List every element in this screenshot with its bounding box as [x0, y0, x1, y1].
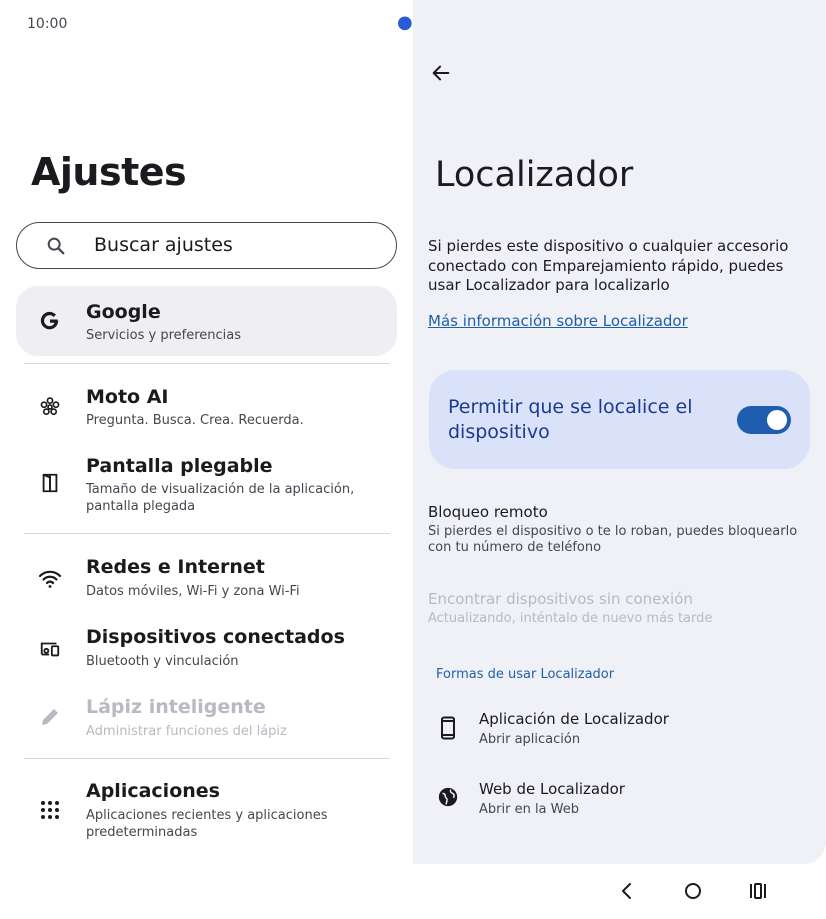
finder-pane: Localizador Si pierdes este dispositivo … [413, 0, 826, 864]
finder-web-action[interactable]: Web de Localizador Abrir en la Web [429, 772, 810, 832]
item-subtitle: Pregunta. Busca. Crea. Recuerda. [86, 413, 304, 428]
remote-lock-subtitle: Si pierdes el dispositivo o te lo roban,… [428, 524, 798, 555]
finder-description: Si pierdes este dispositivo o cualquier … [428, 237, 789, 294]
learn-more-link[interactable]: Más información sobre Localizador [428, 312, 688, 330]
item-subtitle: Aplicaciones recientes y aplicaciones pr… [86, 808, 328, 840]
back-arrow-icon[interactable] [430, 62, 452, 88]
settings-item-google[interactable]: Google Servicios y preferencias [16, 286, 397, 356]
google-g-icon [38, 309, 62, 333]
nav-recents-icon[interactable] [749, 881, 767, 905]
action-title: Web de Localizador [479, 780, 625, 798]
wifi-icon [38, 567, 62, 591]
item-subtitle: Tamaño de visualización de la aplicación… [86, 482, 355, 514]
divider [24, 533, 390, 534]
divider [24, 363, 390, 364]
settings-item-apps[interactable]: Aplicaciones Aplicaciones recientes y ap… [16, 774, 397, 846]
settings-pane: Ajustes Buscar ajustes Google Servicios … [0, 0, 412, 919]
allow-find-toggle-card[interactable]: Permitir que se localice el dispositivo [429, 370, 810, 469]
item-subtitle: Servicios y preferencias [86, 328, 242, 343]
settings-item-network[interactable]: Redes e Internet Datos móviles, Wi-Fi y … [16, 550, 397, 606]
item-subtitle: Administrar funciones del lápiz [86, 724, 287, 739]
pen-icon [38, 705, 62, 729]
item-subtitle: Datos móviles, Wi-Fi y zona Wi-Fi [86, 584, 300, 599]
globe-icon [437, 786, 459, 812]
action-subtitle: Abrir aplicación [479, 732, 581, 747]
item-title: Pantalla plegable [86, 455, 273, 477]
item-title: Moto AI [86, 386, 169, 408]
settings-item-moto-ai[interactable]: Moto AI Pregunta. Busca. Crea. Recuerda. [16, 380, 397, 436]
settings-item-smart-pen: Lápiz inteligente Administrar funciones … [16, 690, 397, 746]
search-placeholder: Buscar ajustes [94, 234, 233, 256]
apps-grid-icon [38, 798, 62, 822]
nav-home-icon[interactable] [683, 881, 703, 905]
item-title: Aplicaciones [86, 780, 220, 802]
page-title: Localizador [435, 155, 634, 195]
settings-item-foldable-screen[interactable]: Pantalla plegable Tamaño de visualizació… [16, 449, 397, 521]
moto-ai-icon [38, 395, 62, 419]
item-subtitle: Bluetooth y vinculación [86, 654, 239, 669]
allow-find-switch[interactable] [737, 406, 791, 434]
item-title: Lápiz inteligente [86, 696, 266, 718]
section-header: Formas de usar Localizador [436, 667, 615, 682]
offline-devices-title: Encontrar dispositivos sin conexión [428, 590, 693, 608]
settings-item-connected-devices[interactable]: Dispositivos conectados Bluetooth y vinc… [16, 620, 397, 676]
switch-knob [767, 410, 787, 430]
item-title: Redes e Internet [86, 556, 265, 578]
finder-app-action[interactable]: Aplicación de Localizador Abrir aplicaci… [429, 702, 810, 762]
search-input[interactable]: Buscar ajustes [16, 222, 397, 269]
search-icon [45, 235, 67, 261]
navigation-bar [413, 864, 826, 919]
phone-icon [437, 716, 459, 744]
page-title: Ajustes [31, 150, 187, 194]
action-title: Aplicación de Localizador [479, 710, 669, 728]
foldable-screen-icon [38, 471, 62, 495]
nav-back-icon[interactable] [618, 881, 634, 905]
action-subtitle: Abrir en la Web [479, 802, 580, 817]
toggle-label: Permitir que se localice el dispositivo [448, 396, 693, 443]
connected-devices-icon [38, 637, 62, 661]
item-title: Dispositivos conectados [86, 626, 345, 648]
remote-lock-title: Bloqueo remoto [428, 503, 548, 521]
item-title: Google [86, 301, 161, 323]
divider [24, 758, 390, 759]
offline-devices-subtitle: Actualizando, inténtalo de nuevo más tar… [428, 611, 713, 626]
